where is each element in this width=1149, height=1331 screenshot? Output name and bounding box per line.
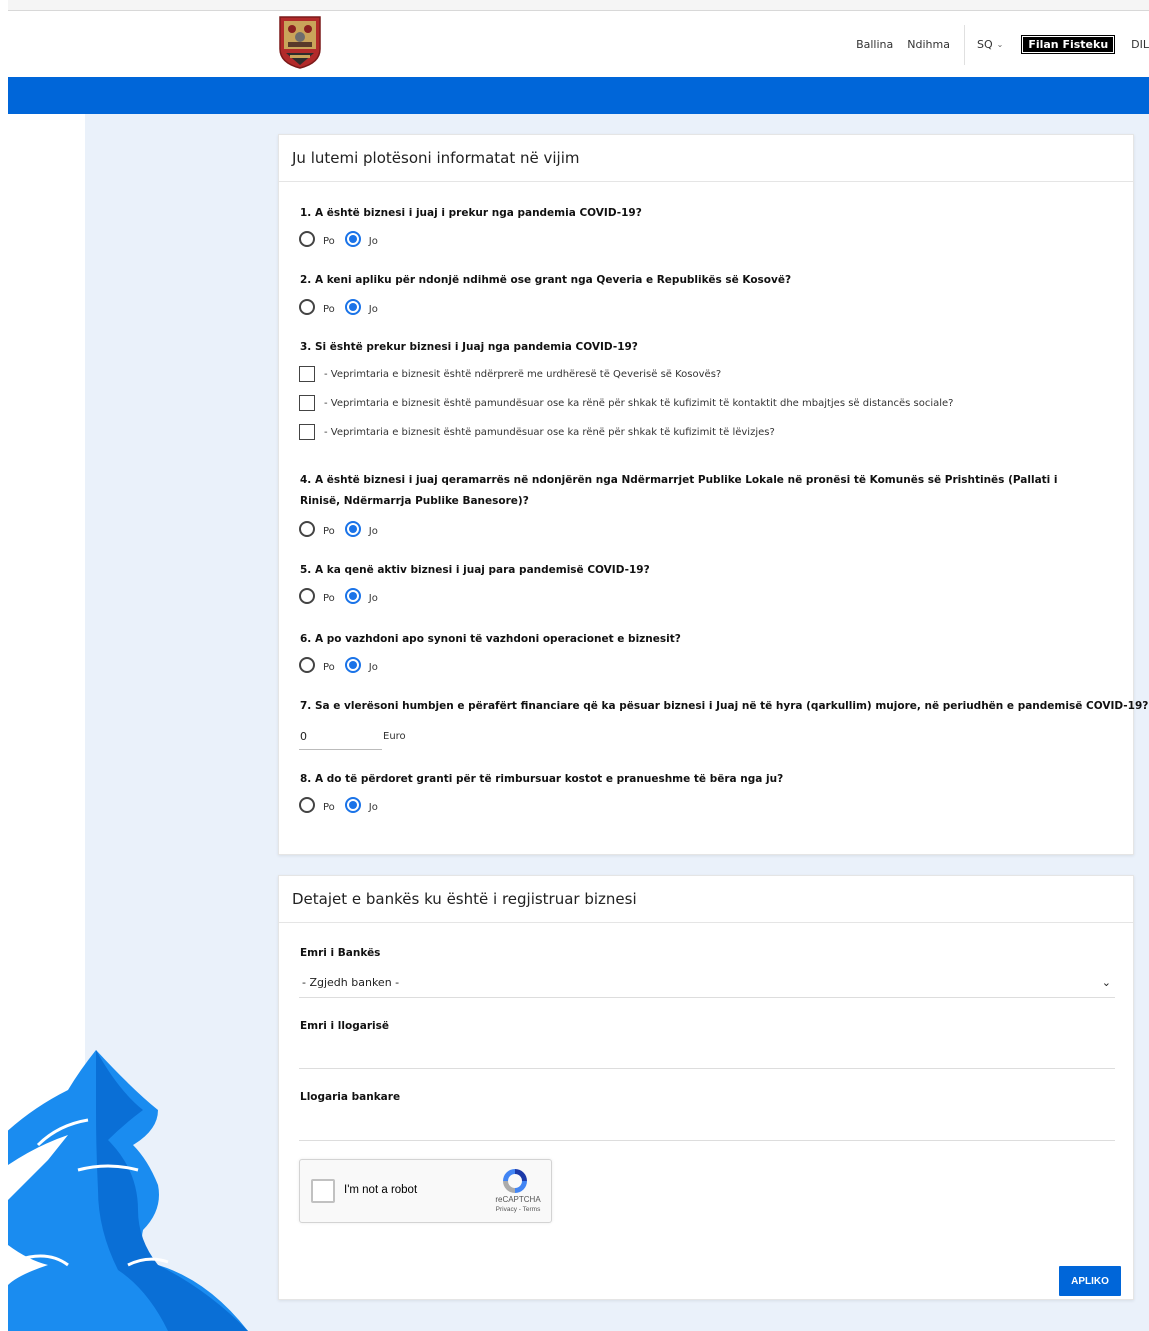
question-1: 1. A është biznesi i juaj i prekur nga p… (300, 207, 642, 219)
municipality-logo[interactable] (278, 15, 322, 69)
recaptcha-label: I'm not a robot (344, 1184, 418, 1196)
q1-yes-radio[interactable] (299, 231, 315, 247)
q1-no-label: Jo (368, 235, 378, 247)
q2-yes-radio[interactable] (299, 299, 315, 315)
question-1-options: Po Jo (299, 231, 388, 247)
browser-top-strip (0, 0, 1149, 10)
account-name-label: Emri i llogarisë (300, 1020, 389, 1032)
language-label: SQ (976, 38, 993, 51)
q6-yes-label: Po (323, 661, 335, 673)
q8-no-label: Jo (368, 801, 378, 813)
left-edge (0, 0, 8, 1331)
financial-loss-input[interactable] (299, 724, 382, 750)
q5-no-radio[interactable] (344, 588, 361, 604)
chevron-down-icon: ⌄ (1101, 976, 1111, 989)
q8-yes-label: Po (323, 801, 335, 813)
nav-home-link[interactable]: Ballina (856, 38, 893, 51)
impact-option-2: - Veprimtaria e biznesit është pamundësu… (299, 395, 954, 411)
q1-yes-label: Po (323, 235, 335, 247)
q6-no-label: Jo (368, 661, 378, 673)
questionnaire-title: Ju lutemi plotësoni informatat në vijim (279, 135, 1133, 182)
question-8-options: Po Jo (299, 797, 388, 813)
impact-option-1-checkbox[interactable] (299, 366, 315, 382)
questionnaire-card: Ju lutemi plotësoni informatat në vijim … (278, 134, 1148, 855)
q5-no-label: Jo (368, 592, 378, 604)
question-8: 8. A do të përdoret granti për të rimbur… (300, 773, 784, 785)
impact-option-3-label: - Veprimtaria e biznesit është pamundësu… (324, 426, 775, 438)
q2-yes-label: Po (323, 303, 335, 315)
logout-link[interactable]: DIL (1131, 38, 1149, 51)
recaptcha-brand: reCAPTCHA (495, 1195, 541, 1204)
recaptcha-terms-link[interactable]: Privacy - Terms (488, 1206, 548, 1213)
impact-option-1-label: - Veprimtaria e biznesit është ndërprerë… (324, 368, 722, 380)
bank-details-title: Detajet e bankës ku është i regjistruar … (279, 876, 1133, 923)
q4-yes-label: Po (323, 525, 335, 537)
header-blue-bar (8, 77, 1149, 114)
q2-no-radio[interactable] (344, 299, 361, 315)
impact-option-2-checkbox[interactable] (299, 395, 315, 411)
q5-yes-label: Po (323, 592, 335, 604)
q8-yes-radio[interactable] (299, 797, 315, 813)
question-5: 5. A ka qenë aktiv biznesi i juaj para p… (300, 564, 650, 576)
q5-yes-radio[interactable] (299, 588, 315, 604)
chevron-down-icon: ⌄ (996, 40, 1004, 49)
recaptcha-logo-icon (503, 1169, 527, 1193)
account-number-input[interactable] (299, 1111, 1115, 1141)
bank-name-label: Emri i Bankës (300, 947, 381, 959)
q6-yes-radio[interactable] (299, 657, 315, 673)
q6-no-radio[interactable] (344, 657, 361, 673)
q8-no-radio[interactable] (344, 797, 361, 813)
site-header: Ballina Ndihma SQ ⌄ Filan Fisteku DIL (8, 10, 1149, 77)
q1-no-radio[interactable] (344, 231, 361, 247)
recaptcha-checkbox[interactable] (311, 1179, 335, 1203)
q2-no-label: Jo (368, 303, 378, 315)
question-6: 6. A po vazhdoni apo synoni të vazhdoni … (300, 633, 681, 645)
currency-label: Euro (383, 731, 406, 742)
q4-no-radio[interactable] (344, 521, 361, 537)
top-nav: Ballina Ndihma SQ ⌄ Filan Fisteku DIL (856, 11, 1149, 78)
question-2-options: Po Jo (299, 299, 388, 315)
question-6-options: Po Jo (299, 657, 388, 673)
question-3: 3. Si është prekur biznesi i Juaj nga pa… (300, 341, 638, 353)
question-7: 7. Sa e vlerësoni humbjen e përafërt fin… (300, 700, 1149, 712)
bank-details-card: Detajet e bankës ku është i regjistruar … (278, 875, 1134, 1300)
user-name[interactable]: Filan Fisteku (1021, 35, 1116, 54)
background-figure-icon (8, 1050, 248, 1331)
impact-option-3: - Veprimtaria e biznesit është pamundësu… (299, 424, 775, 440)
question-4: 4. A është biznesi i juaj qeramarrës në … (300, 474, 1058, 507)
account-number-label: Llogaria bankare (300, 1091, 401, 1103)
question-4-options: Po Jo (299, 521, 388, 537)
question-2: 2. A keni apliku për ndonjë ndihmë ose g… (300, 274, 792, 286)
impact-option-1: - Veprimtaria e biznesit është ndërprerë… (299, 366, 721, 382)
language-selector[interactable]: SQ ⌄ (977, 38, 1003, 51)
bank-select-value: - Zgjedh banken - (302, 976, 400, 989)
account-name-input[interactable] (299, 1039, 1115, 1069)
question-5-options: Po Jo (299, 588, 388, 604)
bank-select[interactable]: - Zgjedh banken - ⌄ (299, 972, 1115, 998)
q4-no-label: Jo (368, 525, 378, 537)
q4-yes-radio[interactable] (299, 521, 315, 537)
impact-option-3-checkbox[interactable] (299, 424, 315, 440)
impact-option-2-label: - Veprimtaria e biznesit është pamundësu… (324, 397, 954, 409)
recaptcha-widget: I'm not a robot reCAPTCHA Privacy - Term… (299, 1159, 552, 1223)
apply-button[interactable]: APLIKO (1059, 1266, 1121, 1296)
nav-divider (963, 24, 965, 65)
nav-help-link[interactable]: Ndihma (907, 38, 950, 51)
